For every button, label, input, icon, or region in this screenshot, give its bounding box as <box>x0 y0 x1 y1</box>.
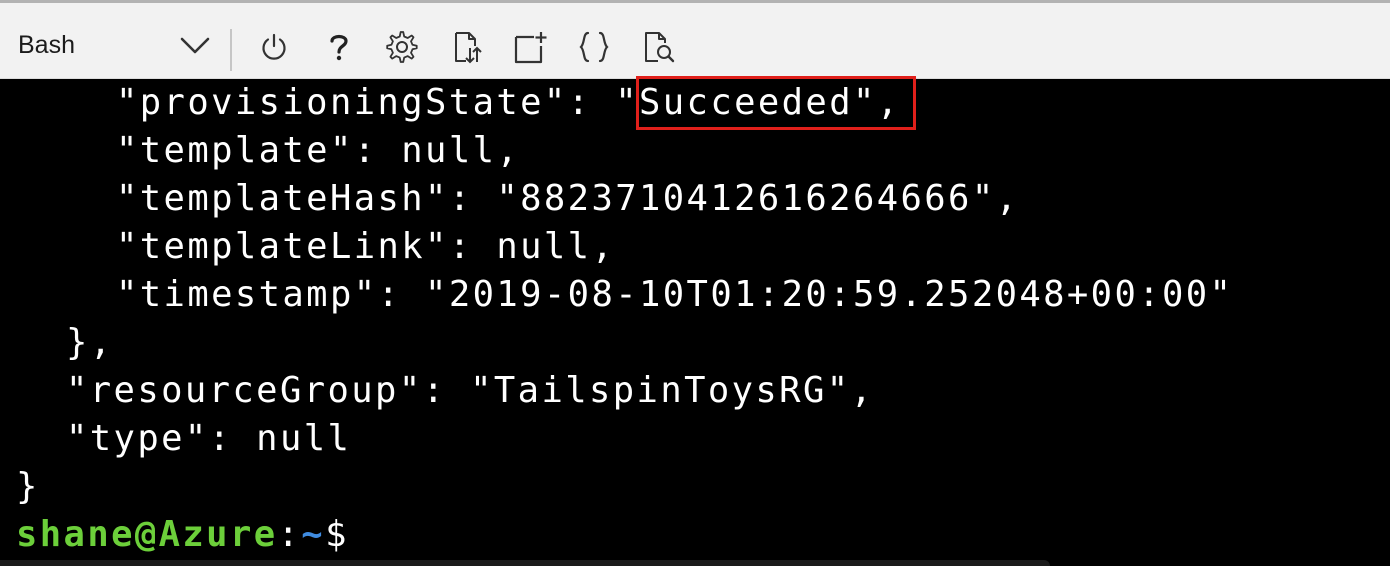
terminal-output[interactable]: "provisioningState": "Succeeded", "templ… <box>0 76 1390 566</box>
terminal-line-template-hash: "templateHash": "8823710412616264666", <box>116 178 1020 219</box>
json-key-provisioning-state: "provisioningState": <box>116 82 616 123</box>
json-value-succeeded: "Succeeded" <box>615 82 877 123</box>
terminal-line-type: "type": null <box>66 418 352 459</box>
web-preview-icon <box>645 32 675 63</box>
prompt-path: ~ <box>301 514 326 555</box>
terminal-line-template-link: "templateLink": null, <box>116 226 616 267</box>
prompt-colon: : <box>277 514 302 555</box>
new-session-icon <box>514 32 547 64</box>
terminal-line-template: "template": null, <box>116 130 521 171</box>
terminal-line-close-root: } <box>16 466 40 507</box>
terminal-prompt[interactable]: shane@Azure:~$ <box>16 511 349 559</box>
new-session-button[interactable] <box>510 27 550 67</box>
upload-download-button[interactable] <box>446 27 486 67</box>
gear-icon <box>386 31 418 63</box>
shell-type-label: Bash <box>18 30 75 59</box>
restart-button[interactable] <box>254 27 294 67</box>
help-button[interactable] <box>319 27 359 67</box>
upload-download-icon <box>455 32 482 64</box>
power-icon <box>262 33 286 60</box>
prompt-symbol: $ <box>325 514 349 555</box>
chevron-down-icon <box>180 37 210 54</box>
shell-type-select[interactable]: Bash <box>18 25 212 65</box>
terminal-line-provisioning-state: "provisioningState": "Succeeded", <box>116 79 901 127</box>
editor-button[interactable] <box>574 27 614 67</box>
terminal-line-resource-group: "resourceGroup": "TailspinToysRG", <box>66 370 875 411</box>
json-comma: , <box>876 82 901 123</box>
toolbar-divider <box>230 29 232 71</box>
web-preview-button[interactable] <box>638 27 678 67</box>
prompt-user-host: shane@Azure <box>16 514 278 555</box>
question-icon <box>330 34 348 61</box>
settings-button[interactable] <box>382 27 422 67</box>
cloud-shell-toolbar: Bash <box>0 3 1390 79</box>
terminal-line-close-properties: }, <box>66 322 114 363</box>
terminal-line-timestamp: "timestamp": "2019-08-10T01:20:59.252048… <box>116 274 1234 315</box>
braces-icon <box>579 31 609 63</box>
scrollbar-track <box>0 560 1050 566</box>
